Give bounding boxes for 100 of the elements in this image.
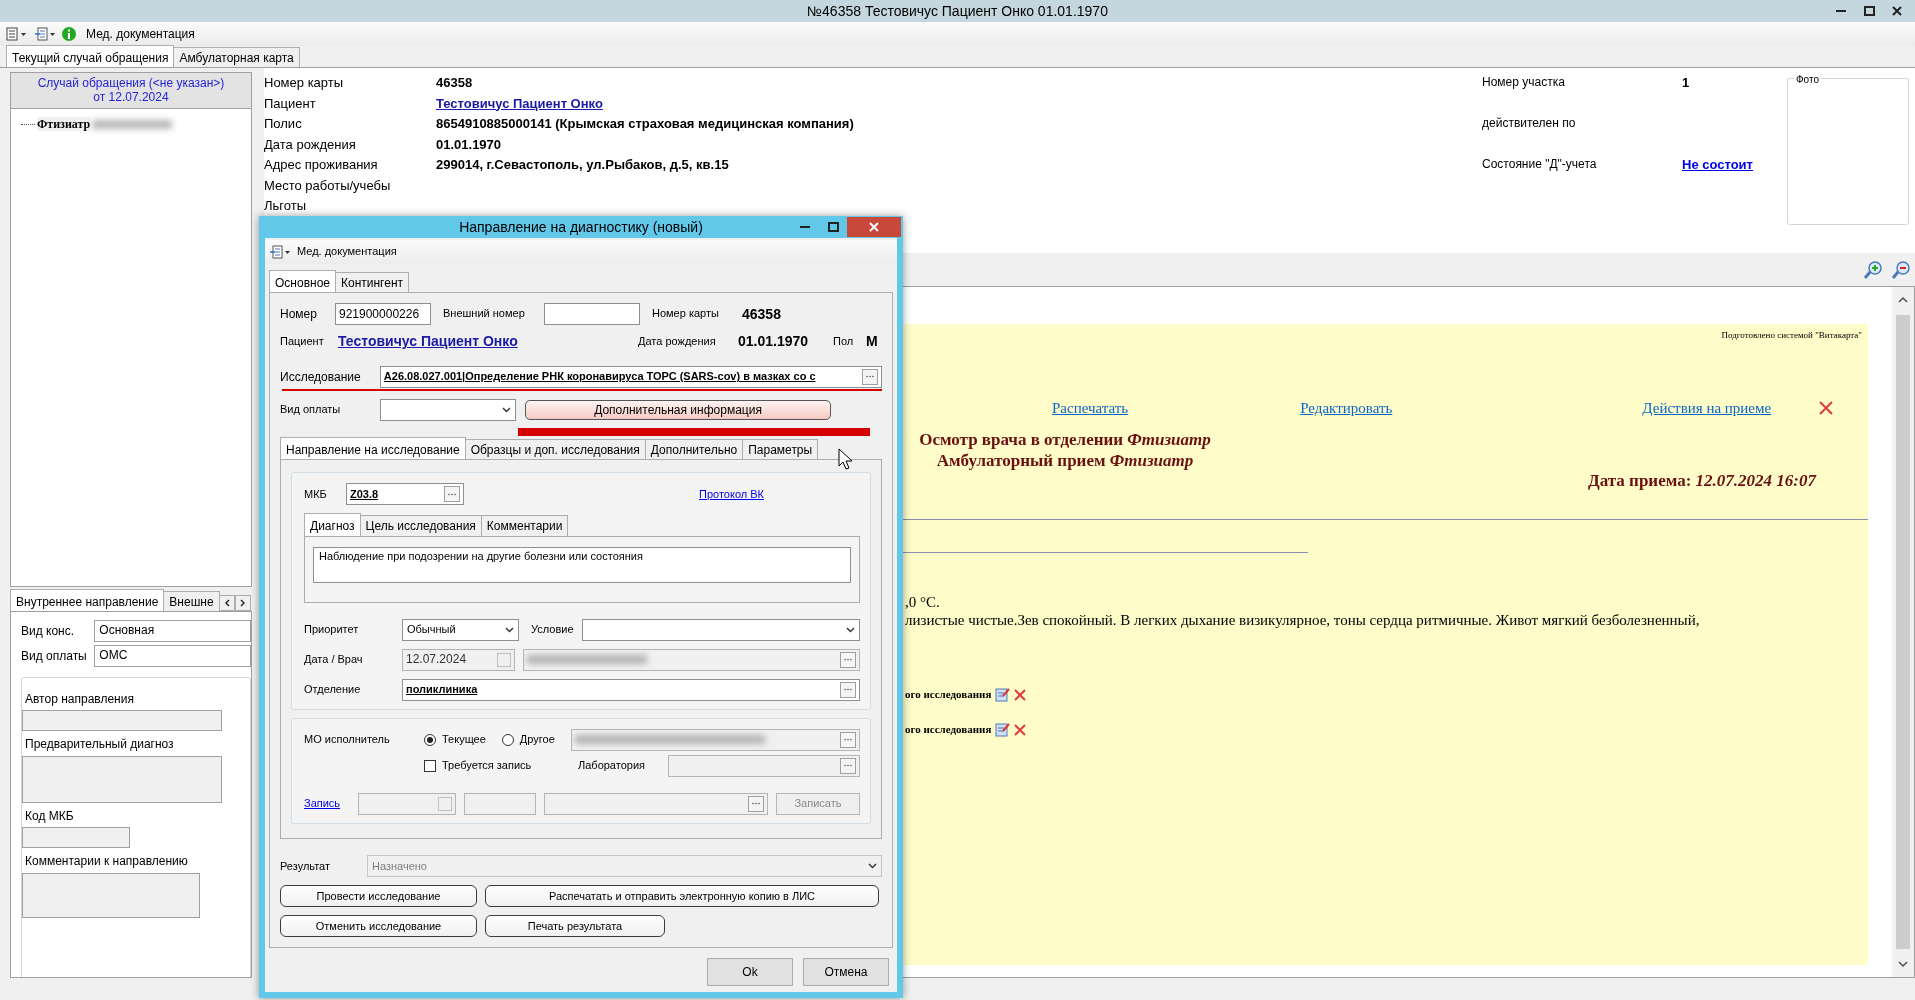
tab[interactable]: Цель исследования <box>359 515 482 536</box>
browse-button[interactable] <box>840 651 856 668</box>
tab[interactable]: Диагноз <box>304 513 361 536</box>
action-button[interactable]: Провести исследование <box>280 885 477 908</box>
chevron-down-icon <box>868 863 877 870</box>
checkbox[interactable]: Требуется запись <box>424 759 532 773</box>
input-field[interactable] <box>22 755 222 803</box>
research-item: ого исследования <box>905 723 992 737</box>
field-label: Номер <box>280 306 318 322</box>
delete-icon[interactable] <box>1014 723 1027 736</box>
status-link[interactable]: Не состоит <box>1682 157 1787 177</box>
input-field[interactable]: A26.08.027.001|Определение РНК коронавируса ТОРС (SARS-cov) в мазках со с <box>379 365 882 388</box>
tab[interactable]: Комментарии <box>480 515 569 536</box>
tree-line <box>21 123 35 125</box>
browse-button[interactable] <box>747 795 764 812</box>
action-button[interactable]: Печать результата <box>485 915 665 938</box>
tab[interactable]: Дополнительно <box>644 438 744 460</box>
dropdown[interactable] <box>582 618 860 641</box>
action-button[interactable]: Отменить исследование <box>280 915 477 938</box>
tab[interactable]: Текущий случай обращения <box>6 44 175 67</box>
list-menu-icon[interactable] <box>269 245 291 259</box>
input-field[interactable]: Z03.8 <box>346 483 464 506</box>
tab[interactable]: Направление на исследование <box>280 436 466 460</box>
field-label: Результат <box>280 859 332 873</box>
additional-info-button[interactable]: Дополнительная информация <box>525 399 831 420</box>
input-field[interactable]: поликлиника <box>402 678 860 701</box>
input-field[interactable] <box>544 303 640 325</box>
patient-link[interactable]: Тестовичус Пациент Онко <box>436 95 1482 116</box>
radio-button[interactable]: Другое <box>501 733 555 747</box>
text-area[interactable]: Наблюдение при подозрении на другие болезни или состояния <box>313 546 851 583</box>
patient-link[interactable]: Тестовичус Пациент Онко <box>338 333 638 350</box>
tree-item[interactable]: Фтизиатр <box>37 117 91 132</box>
input-field[interactable]: Основная <box>94 620 251 642</box>
browse-button[interactable] <box>840 731 856 748</box>
field-label: Лаборатория <box>578 759 646 773</box>
dropdown[interactable]: Назначено <box>367 855 882 878</box>
arrow-down-icon[interactable] <box>1898 961 1908 967</box>
list-menu-icon[interactable] <box>34 27 56 41</box>
field-value: 8654910885000141 (Крымская страховая медицинская компания) <box>436 116 855 133</box>
document-heading: Осмотр врача в отделении Фтизиатр <box>918 428 1212 450</box>
input-field[interactable] <box>544 792 768 815</box>
browse-button[interactable] <box>840 681 856 698</box>
case-header-text[interactable]: от 12.07.2024 <box>11 90 251 105</box>
info-icon[interactable] <box>62 27 76 41</box>
booking-link[interactable]: Запись <box>304 797 358 811</box>
dropdown[interactable]: Обычный <box>402 618 519 641</box>
delete-icon[interactable] <box>1014 688 1027 701</box>
field-value: 01.01.1970 <box>436 136 503 154</box>
document-text: ,0 °С. <box>905 593 941 612</box>
menu-item[interactable]: Мед. документация <box>86 26 195 42</box>
browse-button[interactable] <box>840 757 856 774</box>
tab[interactable]: Внутреннее направление <box>10 588 165 611</box>
field-value: 299014, г.Севастополь, ул.Рыбаков, д.5, кв.15 <box>436 157 730 174</box>
zoom-in-icon[interactable] <box>1863 259 1883 280</box>
input-field[interactable] <box>570 728 860 751</box>
input-field[interactable] <box>463 792 537 815</box>
dialog-button[interactable]: Ok <box>707 958 793 986</box>
input-field[interactable] <box>357 792 456 815</box>
action-button[interactable]: Распечатать и отправить электронную копию в ЛИС <box>485 885 879 908</box>
input-field[interactable] <box>523 648 860 671</box>
tab[interactable]: Образцы и доп. исследования <box>464 438 646 460</box>
field-value: 1 <box>1682 75 1691 92</box>
document-link[interactable]: Действия на приеме <box>1642 398 1772 417</box>
input-field[interactable] <box>668 754 860 777</box>
menu-item[interactable]: Мед. документация <box>297 245 397 259</box>
dialog-button[interactable]: Отмена <box>803 958 889 986</box>
arrow-up-icon[interactable] <box>1898 297 1908 303</box>
close-icon <box>1892 6 1902 16</box>
date-field[interactable]: 12.07.2024 <box>402 648 515 671</box>
browse-button[interactable] <box>862 368 878 385</box>
tab[interactable]: Основное <box>269 269 336 292</box>
input-field[interactable]: 921900000226 <box>335 303 431 325</box>
protocol-link[interactable]: Протокол ВК <box>699 487 812 501</box>
tab[interactable]: Контингент <box>335 271 409 292</box>
research-item: ого исследования <box>905 688 992 702</box>
edit-icon[interactable] <box>995 687 1011 703</box>
input-field[interactable] <box>22 710 222 732</box>
document-link[interactable]: Редактировать <box>1300 398 1393 417</box>
dropdown[interactable] <box>380 398 516 421</box>
close-icon[interactable] <box>1819 400 1834 415</box>
field-label: Дата рождения <box>638 334 717 348</box>
case-header-text[interactable]: Случай обращения (<не указан>) <box>11 76 251 91</box>
tab[interactable]: Амбулаторная карта <box>173 46 300 67</box>
zoom-out-icon[interactable] <box>1891 259 1911 280</box>
input-field[interactable] <box>22 827 130 849</box>
close-icon <box>869 222 879 232</box>
browse-button[interactable] <box>444 486 460 503</box>
chevron-right-icon <box>239 599 246 607</box>
field-label: Предварительный диагноз <box>24 737 175 752</box>
document-menu-icon[interactable] <box>6 27 28 41</box>
photo-label: Фото <box>1794 74 1821 85</box>
document-link[interactable]: Распечатать <box>1052 398 1129 417</box>
input-field[interactable]: ОМС <box>94 645 251 667</box>
vertical-scrollbar[interactable] <box>1892 287 1914 977</box>
field-label: Состояние "Д"-учета <box>1482 157 1598 173</box>
input-field[interactable] <box>22 872 200 918</box>
tab[interactable]: Параметры <box>742 438 819 460</box>
edit-icon[interactable] <box>995 722 1011 738</box>
radio-button[interactable]: Текущее <box>424 733 486 747</box>
field-label: Комментарии к направлению <box>24 854 189 869</box>
